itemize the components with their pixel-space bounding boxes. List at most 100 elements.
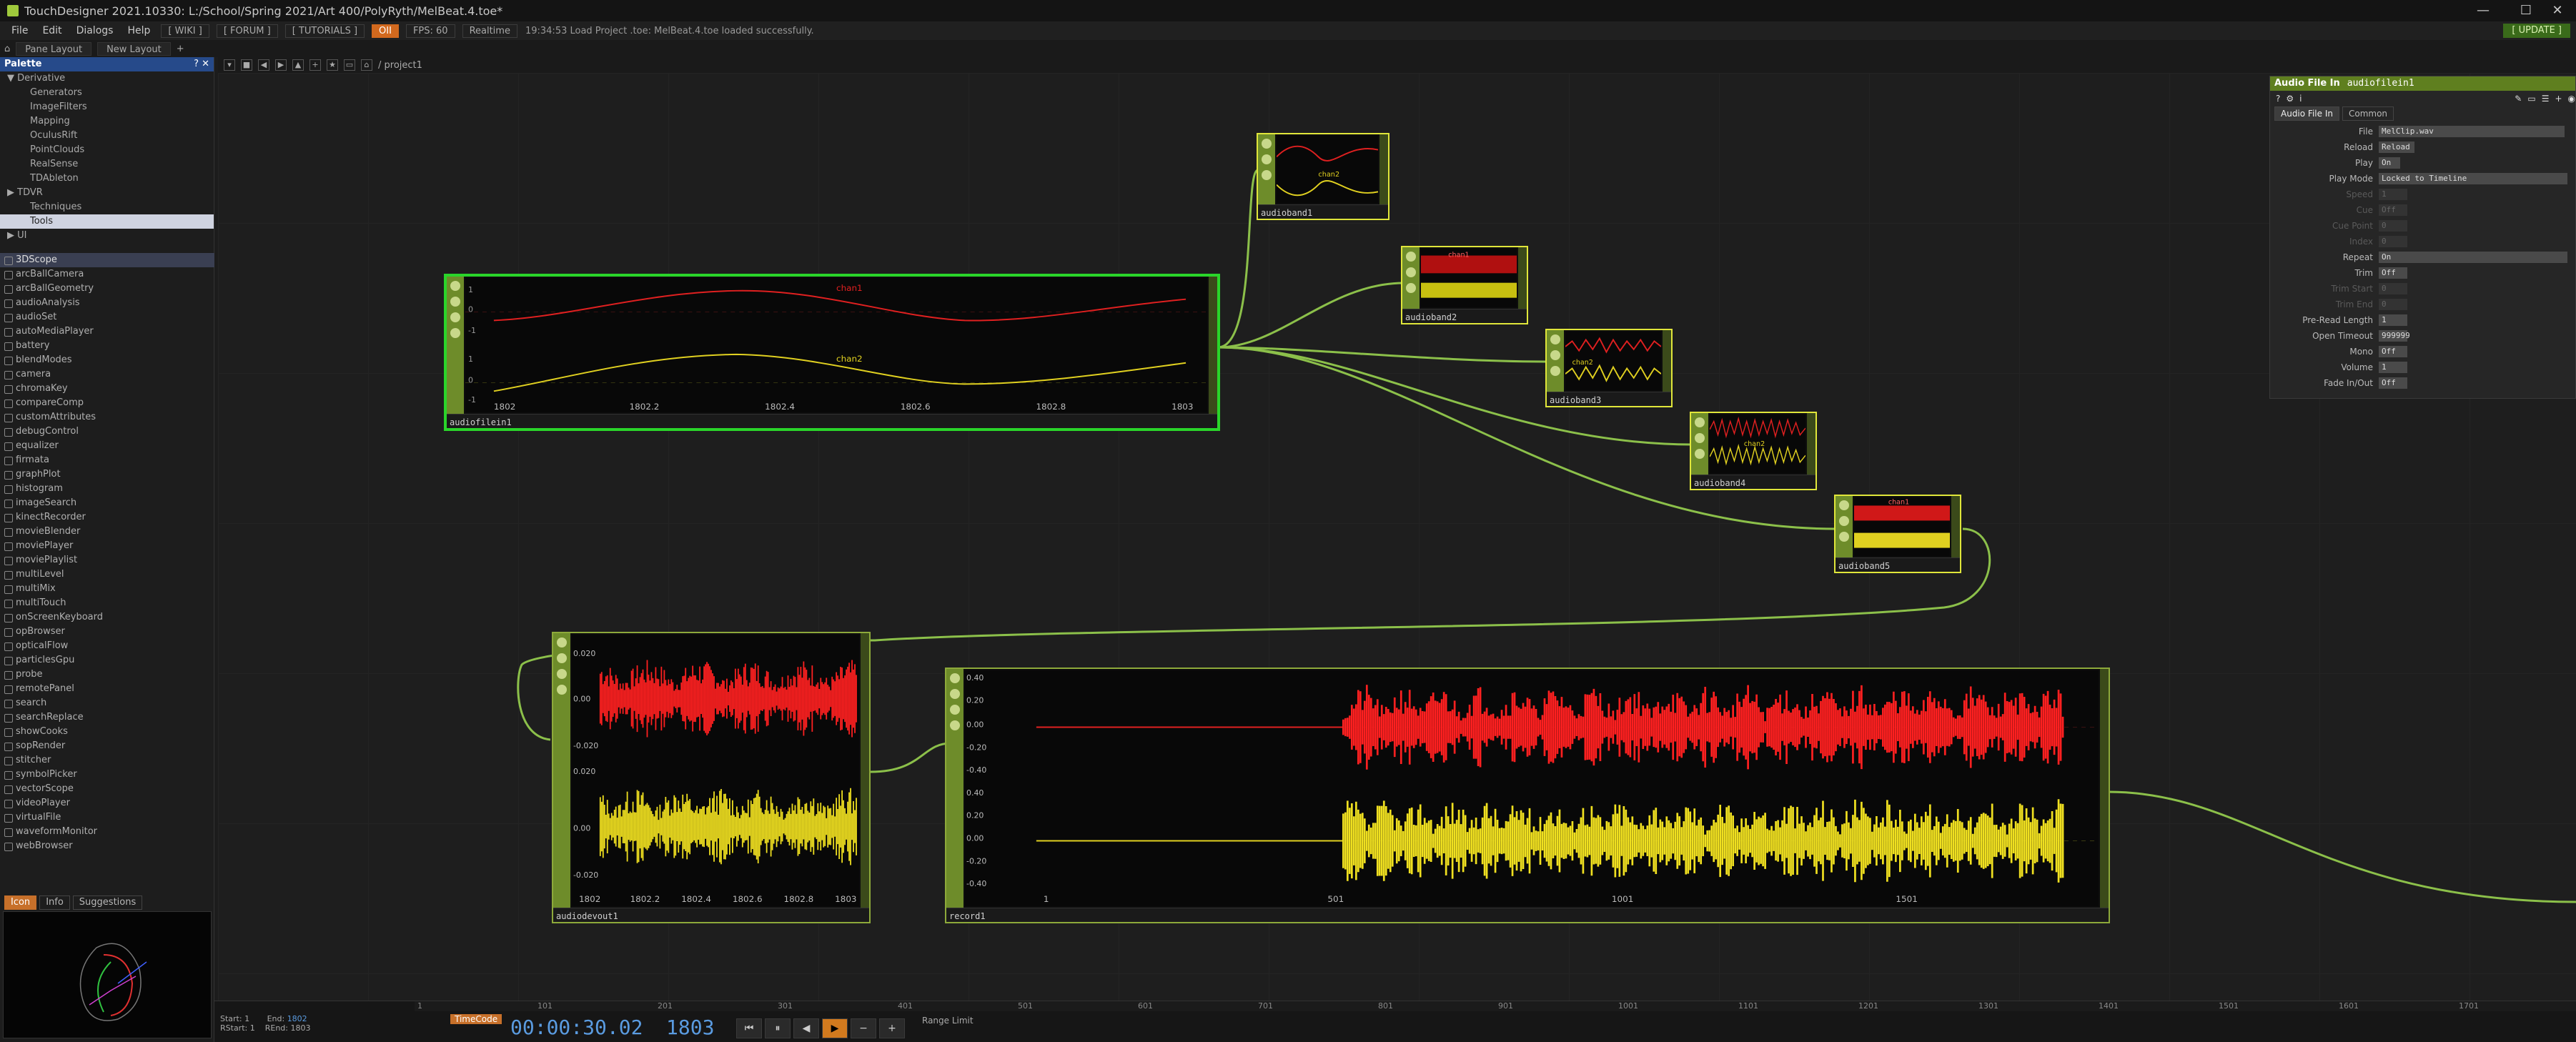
palette-list-item[interactable]: 3DScope — [0, 253, 214, 267]
palette-tree-item[interactable]: RealSense — [0, 157, 214, 172]
forward-icon[interactable]: ▶ — [275, 59, 287, 71]
palette-list-item[interactable]: movieBlender — [0, 525, 214, 539]
bypass-icon[interactable] — [1550, 350, 1560, 360]
bookmark-icon[interactable]: ★ — [327, 59, 338, 71]
tutorials-button[interactable]: [ TUTORIALS ] — [284, 24, 365, 38]
comment-icon[interactable]: ▭ — [2527, 94, 2535, 104]
output-connector[interactable] — [1379, 134, 1388, 204]
palette-tree-item[interactable]: Mapping — [0, 114, 214, 129]
timecode-toggle[interactable]: TimeCode — [450, 1014, 502, 1024]
bypass-icon[interactable] — [1262, 154, 1272, 164]
up-icon[interactable]: ▲ — [292, 59, 304, 71]
viewer-toggle-icon[interactable] — [1839, 500, 1849, 510]
pause-icon[interactable]: ⏸ — [765, 1018, 791, 1038]
param-value[interactable]: On — [2379, 157, 2400, 169]
palette-list-item[interactable]: equalizer — [0, 439, 214, 453]
output-connector[interactable] — [2100, 669, 2109, 908]
viewer-toggle-icon[interactable] — [950, 673, 960, 683]
viewer-toggle-icon[interactable] — [1550, 334, 1560, 344]
rstart-value[interactable]: 1 — [250, 1023, 255, 1033]
palette-tree-item[interactable]: ▼ Derivative — [0, 71, 214, 86]
lock-icon[interactable] — [1839, 532, 1849, 542]
step-minus-icon[interactable]: − — [851, 1018, 876, 1038]
tab-icon[interactable]: Icon — [4, 895, 37, 910]
param-value[interactable]: Off — [2379, 346, 2407, 357]
info-icon[interactable]: i — [2299, 94, 2302, 104]
palette-list-item[interactable]: imageSearch — [0, 496, 214, 510]
oi-badge[interactable]: OII — [372, 24, 399, 38]
palette-tree-item[interactable]: ▶ TDVR — [0, 186, 214, 200]
palette-list-item[interactable]: symbolPicker — [0, 768, 214, 782]
minimize-button[interactable]: — — [2462, 0, 2505, 21]
palette-tree-item[interactable]: TDAbleton — [0, 172, 214, 186]
op-name[interactable]: audiofilein1 — [2347, 78, 2414, 89]
viewer-toggle-icon[interactable] — [1406, 252, 1416, 262]
param-value[interactable]: 1 — [2379, 189, 2407, 200]
timecode-display[interactable]: 00:00:30.02 — [510, 1016, 643, 1041]
python-icon[interactable]: ⚙ — [2286, 94, 2294, 104]
lock-icon[interactable] — [557, 669, 567, 679]
palette-list-item[interactable]: audioAnalysis — [0, 296, 214, 310]
output-connector[interactable] — [1807, 413, 1815, 475]
param-value[interactable]: Off — [2379, 267, 2407, 279]
palette-list-item[interactable]: histogram — [0, 482, 214, 496]
stop-icon[interactable]: ■ — [241, 59, 252, 71]
output-connector[interactable] — [1951, 496, 1960, 557]
tab-info[interactable]: Info — [39, 895, 70, 910]
palette-tree-item[interactable]: ▶ UI — [0, 229, 214, 243]
palette-list-item[interactable]: multiMix — [0, 582, 214, 596]
display-icon[interactable] — [557, 685, 567, 695]
palette-list-item[interactable]: webBrowser — [0, 839, 214, 853]
lock-icon[interactable] — [1695, 449, 1705, 459]
param-value[interactable]: Locked to Timeline — [2379, 173, 2567, 184]
palette-list-item[interactable]: graphPlot — [0, 467, 214, 482]
network-path[interactable]: / project1 — [378, 60, 422, 71]
palette-list-item[interactable]: chromaKey — [0, 382, 214, 396]
palette-list-item[interactable]: remotePanel — [0, 682, 214, 696]
tab-common[interactable]: Common — [2342, 106, 2394, 121]
menu-edit[interactable]: Edit — [35, 25, 69, 36]
node-audioband3[interactable]: chan2 audioband3 — [1545, 329, 1673, 407]
forum-button[interactable]: [ FORUM ] — [216, 24, 278, 38]
frame-display[interactable]: 1803 — [666, 1016, 714, 1041]
palette-list-item[interactable]: opBrowser — [0, 625, 214, 639]
display-icon[interactable] — [450, 328, 460, 338]
folder-icon[interactable]: ▭ — [344, 59, 355, 71]
palette-tree-item[interactable]: ImageFilters — [0, 100, 214, 114]
palette-tree-item[interactable]: Techniques — [0, 200, 214, 214]
camera-icon[interactable]: ◉ — [2568, 94, 2575, 104]
lock-icon[interactable] — [1406, 283, 1416, 293]
node-audioband1[interactable]: chan2 audioband1 — [1257, 133, 1389, 220]
end-value[interactable]: 1802 — [287, 1014, 307, 1023]
realtime-toggle[interactable]: Realtime — [462, 24, 517, 38]
palette-list-item[interactable]: vectorScope — [0, 782, 214, 796]
pane-menu-icon[interactable]: ▾ — [224, 59, 235, 71]
param-value[interactable]: 1 — [2379, 362, 2407, 373]
rewind-icon[interactable]: ⏮ — [736, 1018, 762, 1038]
add-tab-icon[interactable]: + — [177, 44, 184, 54]
start-value[interactable]: 1 — [244, 1014, 249, 1023]
param-value[interactable]: On — [2379, 252, 2567, 263]
palette-list-item[interactable]: moviePlayer — [0, 539, 214, 553]
palette-list-item[interactable]: blendModes — [0, 353, 214, 367]
palette-list-item[interactable]: compareComp — [0, 396, 214, 410]
home-icon[interactable]: ⌂ — [4, 44, 10, 54]
add-icon[interactable]: + — [2555, 94, 2562, 104]
lock-icon[interactable] — [450, 312, 460, 322]
viewer-toggle-icon[interactable] — [450, 281, 460, 291]
palette-tree-item[interactable]: Tools — [0, 214, 214, 229]
node-audioband2[interactable]: chan1 audioband2 — [1401, 246, 1528, 324]
lock-icon[interactable] — [1262, 170, 1272, 180]
palette-list-item[interactable]: audioSet — [0, 310, 214, 324]
param-value[interactable]: 999999 — [2379, 330, 2410, 342]
menu-help[interactable]: Help — [120, 25, 157, 36]
palette-list-item[interactable]: arcBallGeometry — [0, 282, 214, 296]
wiki-button[interactable]: [ WIKI ] — [161, 24, 209, 38]
bypass-icon[interactable] — [450, 297, 460, 307]
rend-value[interactable]: 1803 — [291, 1023, 311, 1033]
param-value[interactable]: 0 — [2379, 299, 2407, 310]
palette-list-item[interactable]: videoPlayer — [0, 796, 214, 810]
palette-tree-item[interactable]: PointClouds — [0, 143, 214, 157]
close-button[interactable]: ✕ — [2536, 0, 2576, 21]
palette-list-item[interactable]: onScreenKeyboard — [0, 610, 214, 625]
